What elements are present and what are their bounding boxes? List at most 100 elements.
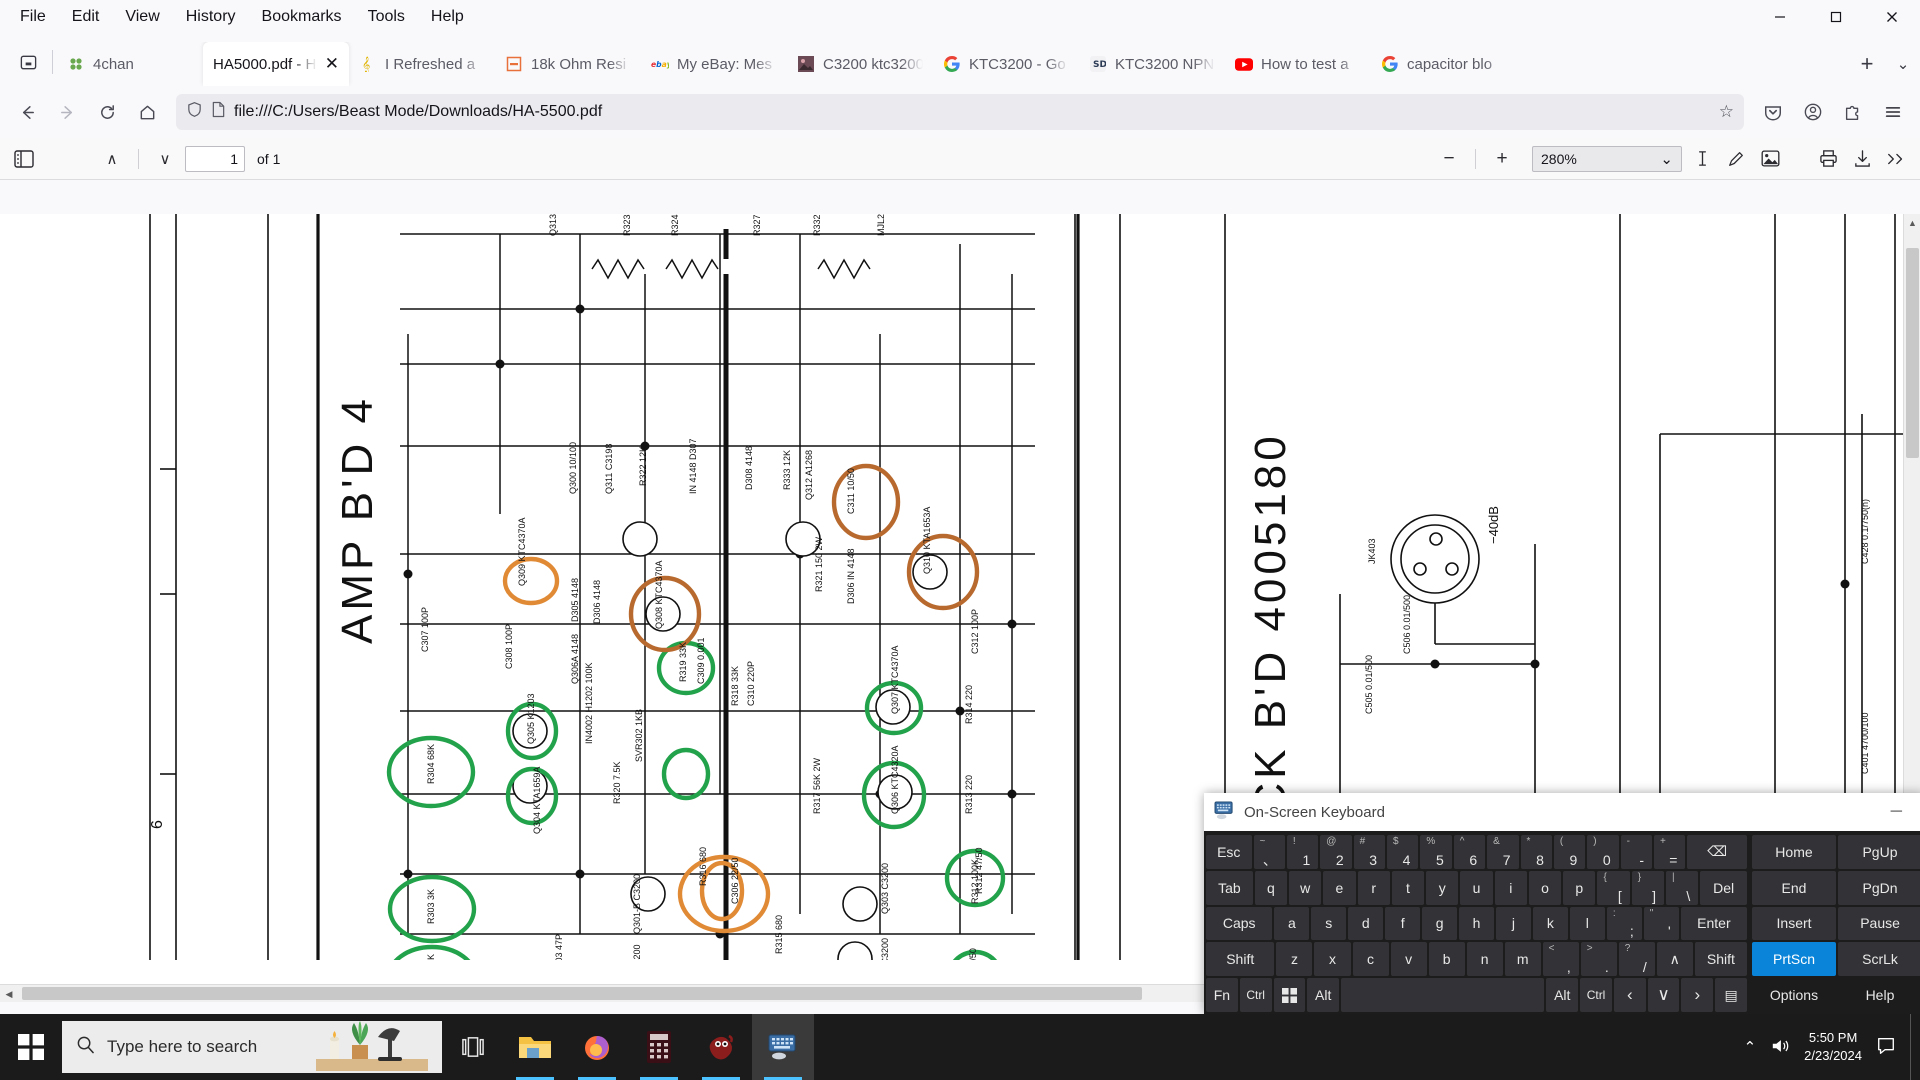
show-hidden-icons-icon[interactable]: ⌃ [1744, 1038, 1757, 1056]
reload-button[interactable] [88, 93, 126, 131]
key-0[interactable]: ) 0 [1587, 835, 1619, 869]
key-p[interactable]: p [1563, 870, 1596, 905]
zoom-level-select[interactable]: 280% ⌄ [1532, 145, 1682, 172]
key-l[interactable]: l [1569, 906, 1605, 941]
text-select-icon[interactable] [1686, 144, 1718, 174]
key-2[interactable]: @2 [1320, 835, 1352, 869]
key-1[interactable]: ! 1 [1286, 835, 1319, 869]
pocket-icon[interactable] [1754, 93, 1792, 131]
horizontal-scroll-thumb[interactable] [22, 987, 1142, 1000]
key-i[interactable]: i [1494, 870, 1527, 905]
key-arrow-left[interactable]: ‹ [1613, 978, 1646, 1012]
key-d[interactable]: d [1348, 906, 1384, 941]
key-ctrl-left[interactable]: Ctrl [1239, 978, 1272, 1012]
vertical-scroll-thumb[interactable] [1906, 248, 1919, 458]
key-z[interactable]: z [1276, 942, 1313, 977]
key-arrow-down[interactable]: ∨ [1647, 978, 1680, 1012]
osk-taskbar-icon[interactable] [752, 1014, 814, 1080]
gimp-icon[interactable] [690, 1014, 752, 1080]
list-all-tabs-icon[interactable] [6, 40, 50, 84]
tab-c3200-ktc3200[interactable]: C3200 ktc3200 [787, 42, 933, 86]
key-end[interactable]: End [1752, 870, 1837, 905]
key-v[interactable]: v [1390, 942, 1427, 977]
scroll-left-arrow[interactable]: ◀ [0, 985, 18, 1002]
key-x[interactable]: x [1314, 942, 1351, 977]
key-comma[interactable]: <, [1542, 942, 1579, 977]
key-b[interactable]: b [1428, 942, 1465, 977]
key-e[interactable]: e [1323, 870, 1356, 905]
close-window-button[interactable] [1864, 0, 1920, 34]
key-4[interactable]: $4 [1387, 835, 1419, 869]
volume-icon[interactable] [1770, 1037, 1790, 1058]
key-semicolon[interactable]: :; [1606, 906, 1642, 941]
key-q[interactable]: q [1254, 870, 1288, 905]
draw-icon[interactable] [1720, 144, 1752, 174]
home-button[interactable] [128, 93, 166, 131]
key-ctrl-right[interactable]: Ctrl [1580, 978, 1612, 1012]
key-7[interactable]: & 7 [1487, 835, 1519, 869]
key-scrlk[interactable]: ScrLk [1838, 942, 1920, 977]
taskbar-search-box[interactable]: Type here to search [62, 1021, 442, 1073]
key-a[interactable]: a [1274, 906, 1310, 941]
next-page-button[interactable]: ∨ [149, 144, 181, 174]
key-shift-right[interactable]: Shift [1694, 942, 1748, 977]
key-period[interactable]: >. [1580, 942, 1617, 977]
bookmark-star-icon[interactable]: ☆ [1719, 102, 1734, 122]
osk-options-button[interactable]: Options [1751, 978, 1836, 1012]
back-button[interactable] [8, 93, 46, 131]
tab-4chan[interactable]: 4chan [57, 42, 203, 86]
download-icon[interactable] [1846, 144, 1878, 174]
key-r[interactable]: r [1357, 870, 1390, 905]
key-bracketleft[interactable]: {[ [1597, 870, 1630, 905]
menu-file[interactable]: File [8, 4, 58, 30]
key-del[interactable]: Del [1700, 870, 1748, 905]
account-icon[interactable] [1794, 93, 1832, 131]
key-k[interactable]: k [1532, 906, 1568, 941]
osk-minimize-button[interactable]: ─ [1879, 803, 1914, 821]
key-menu[interactable]: ▤ [1715, 978, 1747, 1012]
key-pause[interactable]: Pause [1838, 906, 1920, 941]
tab-ktc3200-google[interactable]: KTC3200 - Go [933, 42, 1079, 86]
url-text[interactable]: file:///C:/Users/Beast Mode/Downloads/HA… [234, 103, 1711, 121]
key-minus[interactable]: -- [1620, 835, 1652, 869]
key-alt-right[interactable]: Alt [1546, 978, 1579, 1012]
osk-title-bar[interactable]: On-Screen Keyboard ─ [1204, 793, 1920, 831]
minimize-button[interactable] [1752, 0, 1808, 34]
app-menu-button[interactable] [1874, 93, 1912, 131]
print-icon[interactable] [1812, 144, 1844, 174]
tab-my-ebay[interactable]: ebay My eBay: Mes [641, 42, 787, 86]
key-pgdn[interactable]: PgDn [1838, 870, 1920, 905]
forward-button[interactable] [48, 93, 86, 131]
key-n[interactable]: n [1466, 942, 1503, 977]
calculator-icon[interactable] [628, 1014, 690, 1080]
key-arrow-up[interactable]: ∧ [1656, 942, 1693, 977]
zoom-in-button[interactable]: + [1486, 144, 1518, 174]
key-6[interactable]: ^ 6 [1453, 835, 1486, 869]
key-tab[interactable]: Tab [1206, 870, 1253, 905]
zoom-out-button[interactable]: − [1433, 144, 1465, 174]
menu-history[interactable]: History [174, 4, 248, 30]
osk-help-button[interactable]: Help [1837, 978, 1920, 1012]
key-9[interactable]: (9 [1553, 835, 1586, 869]
key-u[interactable]: u [1460, 870, 1493, 905]
firefox-icon[interactable] [566, 1014, 628, 1080]
tab-i-refreshed-a[interactable]: 𝄞 I Refreshed a [349, 42, 495, 86]
key-pgup[interactable]: PgUp [1837, 835, 1920, 869]
file-explorer-icon[interactable] [504, 1014, 566, 1080]
close-tab-icon[interactable]: ✕ [325, 54, 339, 74]
notifications-icon[interactable] [1876, 1036, 1896, 1059]
key-8[interactable]: * 8 [1520, 835, 1552, 869]
key-esc[interactable]: Esc [1206, 835, 1252, 869]
previous-page-button[interactable]: ∧ [96, 144, 128, 174]
clock[interactable]: 5:50 PM 2/23/2024 [1804, 1029, 1862, 1064]
key-space[interactable] [1341, 978, 1545, 1012]
key-equal[interactable]: + = [1654, 835, 1686, 869]
key-backquote[interactable]: ~ 、 [1253, 835, 1285, 869]
scroll-up-arrow[interactable]: ▲ [1904, 214, 1920, 231]
start-button[interactable] [0, 1014, 62, 1080]
task-view-icon[interactable] [442, 1014, 504, 1080]
menu-tools[interactable]: Tools [356, 4, 417, 30]
key-prtscn[interactable]: PrtScn [1752, 942, 1837, 977]
key-backslash[interactable]: | \ [1665, 870, 1699, 905]
tab-how-to-test-a[interactable]: How to test a [1225, 42, 1371, 86]
